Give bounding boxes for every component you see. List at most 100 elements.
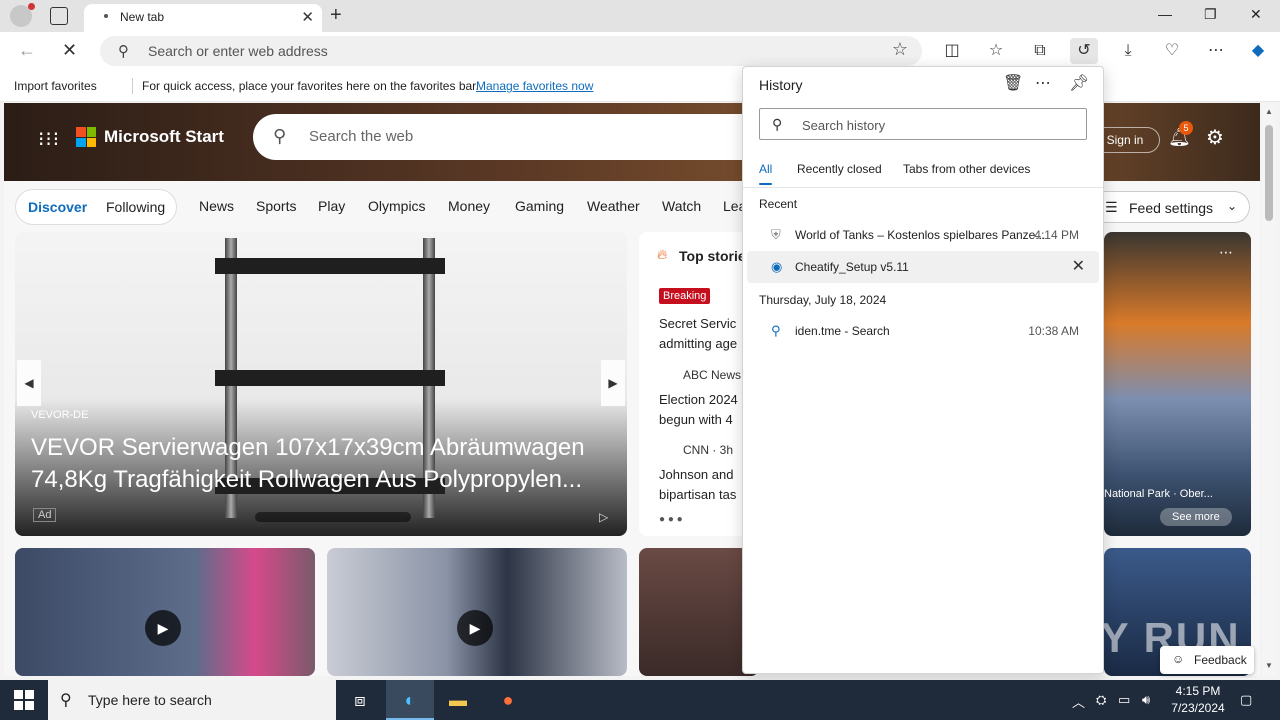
- chevron-down-icon: ⌄: [1226, 199, 1237, 213]
- close-window-button[interactable]: ✕: [1250, 6, 1262, 23]
- navigation-bar: ← ✕ ⚲ Search or enter web address ☆ ◫ ☆ …: [0, 32, 1280, 70]
- favorites-icon[interactable]: ☆: [982, 38, 1010, 64]
- tab-actions-icon[interactable]: [50, 7, 68, 25]
- tray-app-icon[interactable]: ⛭: [1096, 692, 1106, 708]
- notifications-icon[interactable]: ▢: [1240, 692, 1252, 708]
- hero-ad-card[interactable]: ◀ ▶ VEVOR-DE VEVOR Servierwagen 107x17x3…: [15, 232, 627, 536]
- favorites-hint: For quick access, place your favorites h…: [142, 79, 479, 93]
- brand-title[interactable]: Microsoft Start: [104, 127, 224, 147]
- world-of-tanks-favicon-icon: ⛨: [771, 227, 781, 242]
- minimize-button[interactable]: —: [1158, 6, 1172, 22]
- add-favorite-star-icon[interactable]: ☆: [892, 39, 908, 60]
- network-icon[interactable]: ▭: [1118, 692, 1130, 708]
- tab-other-devices[interactable]: Tabs from other devices: [903, 162, 1030, 176]
- tab-new-tab[interactable]: New tab ✕: [84, 4, 322, 32]
- maximize-button[interactable]: ❐: [1204, 6, 1217, 23]
- story-1-line-1[interactable]: Secret Servic: [659, 314, 736, 334]
- history-item[interactable]: ⚲ iden.tme - Search 10:38 AM: [747, 315, 1099, 347]
- story-2-line-2[interactable]: begun with 4: [659, 410, 733, 430]
- page-settings-gear-icon[interactable]: ⚙: [1206, 125, 1224, 150]
- copilot-icon[interactable]: ◆: [1244, 38, 1272, 64]
- scrollbar-thumb[interactable]: [1265, 125, 1273, 221]
- feedback-button[interactable]: ☺ Feedback: [1160, 646, 1254, 674]
- firefox-icon[interactable]: ●: [484, 680, 532, 720]
- back-arrow-icon[interactable]: ←: [18, 40, 36, 61]
- see-more-button[interactable]: See more: [1160, 508, 1232, 526]
- search-icon: ⚲: [118, 43, 129, 60]
- search-history-input[interactable]: ⚲ Search history: [759, 108, 1087, 140]
- tab-close-icon[interactable]: ✕: [301, 8, 314, 26]
- top-stories-title: Top storie: [679, 248, 746, 264]
- video-card-1[interactable]: ▶: [15, 548, 315, 676]
- story-2-line-1[interactable]: Election 2024: [659, 390, 738, 410]
- downloads-icon[interactable]: ⤓: [1114, 38, 1142, 64]
- carousel-prev-button[interactable]: ◀: [17, 360, 41, 406]
- more-options-icon[interactable]: ⋯: [1035, 73, 1051, 93]
- tray-chevron-up-icon[interactable]: ︿: [1072, 692, 1085, 711]
- delete-history-trash-icon[interactable]: 🗑︎: [1003, 73, 1023, 93]
- landscape-image-card[interactable]: ⋯ National Park · Ober... See more: [1104, 232, 1251, 536]
- breaking-badge: Breaking: [659, 288, 711, 304]
- clock-date: 7/23/2024: [1171, 701, 1225, 715]
- collections-icon[interactable]: ⧉: [1026, 38, 1054, 64]
- taskbar-search-box[interactable]: ⚲ Type here to search: [48, 680, 336, 720]
- history-item-time: 10:38 AM: [1028, 324, 1079, 338]
- section-label: Recent: [759, 197, 798, 211]
- tab-discover[interactable]: Discover: [28, 199, 87, 215]
- nav-news[interactable]: News: [199, 198, 234, 214]
- more-options-icon[interactable]: ⋯: [1219, 244, 1233, 261]
- apps-grid-icon[interactable]: ⁝⁝⁝: [38, 127, 60, 152]
- story-1-line-2[interactable]: admitting age: [659, 334, 737, 354]
- feedback-label: Feedback: [1194, 653, 1247, 667]
- nav-gaming[interactable]: Gaming: [515, 198, 564, 214]
- file-explorer-icon[interactable]: ▬: [434, 680, 482, 720]
- tab-all[interactable]: All: [759, 162, 773, 185]
- page-scrollbar[interactable]: ▲ ▼: [1262, 103, 1276, 676]
- video-card-2[interactable]: ▶: [327, 548, 627, 676]
- feed-toggle: Discover Following: [15, 189, 177, 225]
- tab-following[interactable]: Following: [106, 199, 165, 215]
- news-card-3[interactable]: [639, 548, 759, 676]
- tab-recently-closed[interactable]: Recently closed: [797, 162, 882, 176]
- ad-headline[interactable]: VEVOR Servierwagen 107x17x39cm Abräumwag…: [31, 432, 611, 496]
- remove-item-close-icon[interactable]: ✕: [1072, 256, 1085, 276]
- profile-avatar[interactable]: [10, 3, 35, 27]
- history-icon[interactable]: ↺: [1070, 38, 1098, 64]
- task-view-icon[interactable]: ⧈: [336, 680, 384, 720]
- split-screen-icon[interactable]: ◫: [938, 38, 966, 64]
- import-favorites-button[interactable]: Import favorites: [14, 79, 97, 93]
- story-3-line-1[interactable]: Johnson and: [659, 465, 733, 485]
- play-icon[interactable]: ▶: [457, 610, 493, 646]
- start-windows-icon[interactable]: [14, 690, 34, 710]
- scroll-down-icon[interactable]: ▼: [1265, 661, 1273, 670]
- search-icon: ⚲: [772, 116, 783, 132]
- play-icon[interactable]: ▶: [145, 610, 181, 646]
- web-search-box[interactable]: ⚲ Search the web: [253, 114, 773, 160]
- volume-icon[interactable]: 🔊︎: [1142, 692, 1150, 708]
- feed-settings-button[interactable]: ☰ Feed settings ⌄: [1090, 191, 1250, 223]
- pin-icon[interactable]: 📌︎: [1069, 73, 1089, 93]
- scroll-up-icon[interactable]: ▲: [1265, 107, 1273, 116]
- stop-loading-icon[interactable]: ✕: [62, 40, 77, 61]
- nav-olympics[interactable]: Olympics: [368, 198, 426, 214]
- stories-pager-dots[interactable]: ● ● ●: [659, 514, 683, 525]
- nav-watch[interactable]: Watch: [662, 198, 701, 214]
- history-item[interactable]: ⛨ World of Tanks – Kostenlos spielbares …: [747, 219, 1099, 251]
- story-3-line-2[interactable]: bipartisan tas: [659, 485, 736, 505]
- history-item[interactable]: ◉ Cheatify_Setup v5.11 ✕: [747, 251, 1099, 283]
- edge-taskbar-icon[interactable]: ◐: [386, 680, 434, 720]
- carousel-next-button[interactable]: ▶: [601, 360, 625, 406]
- carousel-dots[interactable]: [255, 512, 411, 522]
- nav-sports[interactable]: Sports: [256, 198, 296, 214]
- settings-more-icon[interactable]: ⋯: [1202, 38, 1230, 64]
- system-clock[interactable]: 4:15 PM 7/23/2024: [1166, 683, 1230, 717]
- adchoices-icon[interactable]: ▷: [599, 510, 608, 524]
- new-tab-button[interactable]: +: [330, 4, 342, 27]
- favorites-divider: [132, 78, 133, 94]
- address-bar[interactable]: ⚲ Search or enter web address ☆: [100, 36, 922, 66]
- browser-essentials-icon[interactable]: ♡: [1158, 38, 1186, 64]
- nav-weather[interactable]: Weather: [587, 198, 640, 214]
- nav-money[interactable]: Money: [448, 198, 490, 214]
- nav-play[interactable]: Play: [318, 198, 345, 214]
- manage-favorites-link[interactable]: Manage favorites now: [476, 79, 593, 93]
